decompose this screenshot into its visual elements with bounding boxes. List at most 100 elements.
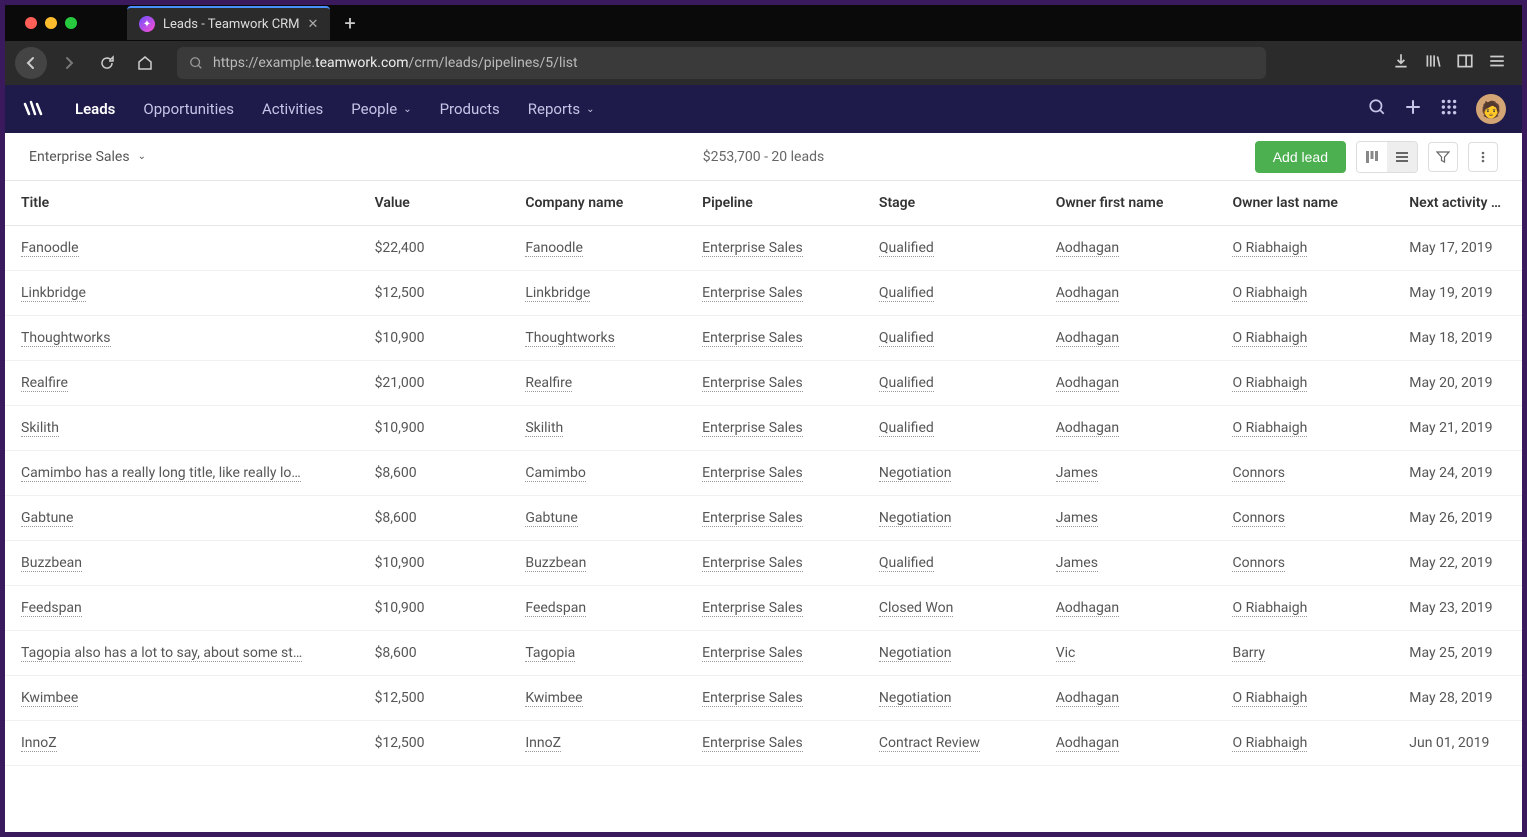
- link-pipeline[interactable]: Enterprise Sales: [702, 735, 803, 752]
- nav-item-people[interactable]: People⌄: [339, 92, 423, 126]
- app-logo-icon[interactable]: [21, 96, 47, 122]
- link-olast[interactable]: O Riabhaigh: [1232, 600, 1307, 617]
- table-row[interactable]: Tagopia also has a lot to say, about som…: [5, 631, 1522, 676]
- table-row[interactable]: Fanoodle$22,400FanoodleEnterprise SalesQ…: [5, 226, 1522, 271]
- table-row[interactable]: Camimbo has a really long title, like re…: [5, 451, 1522, 496]
- nav-forward-button[interactable]: [53, 47, 85, 79]
- column-header[interactable]: Company name: [509, 181, 686, 226]
- link-ofirst[interactable]: Aodhagan: [1056, 240, 1119, 257]
- link-pipeline[interactable]: Enterprise Sales: [702, 285, 803, 302]
- link-company[interactable]: Buzzbean: [525, 555, 586, 572]
- link-company[interactable]: Thoughtworks: [525, 330, 615, 347]
- table-wrapper[interactable]: TitleValueCompany namePipelineStageOwner…: [5, 181, 1522, 832]
- downloads-icon[interactable]: [1392, 52, 1410, 74]
- link-pipeline[interactable]: Enterprise Sales: [702, 555, 803, 572]
- link-pipeline[interactable]: Enterprise Sales: [702, 330, 803, 347]
- link-olast[interactable]: O Riabhaigh: [1232, 240, 1307, 257]
- table-row[interactable]: Skilith$10,900SkilithEnterprise SalesQua…: [5, 406, 1522, 451]
- column-header[interactable]: Title: [5, 181, 359, 226]
- link-company[interactable]: Realfire: [525, 375, 572, 392]
- link-company[interactable]: Fanoodle: [525, 240, 583, 257]
- link-title[interactable]: Fanoodle: [21, 240, 79, 257]
- table-row[interactable]: Kwimbee$12,500KwimbeeEnterprise SalesNeg…: [5, 676, 1522, 721]
- link-olast[interactable]: O Riabhaigh: [1232, 285, 1307, 302]
- link-company[interactable]: Linkbridge: [525, 285, 590, 302]
- link-olast[interactable]: O Riabhaigh: [1232, 735, 1307, 752]
- link-company[interactable]: Kwimbee: [525, 690, 582, 707]
- link-olast[interactable]: O Riabhaigh: [1232, 420, 1307, 437]
- link-olast[interactable]: Connors: [1232, 510, 1285, 527]
- link-pipeline[interactable]: Enterprise Sales: [702, 510, 803, 527]
- link-company[interactable]: Camimbo: [525, 465, 586, 482]
- link-pipeline[interactable]: Enterprise Sales: [702, 600, 803, 617]
- link-olast[interactable]: Connors: [1232, 555, 1285, 572]
- link-ofirst[interactable]: Aodhagan: [1056, 735, 1119, 752]
- header-add-icon[interactable]: [1404, 98, 1422, 121]
- table-row[interactable]: Thoughtworks$10,900ThoughtworksEnterpris…: [5, 316, 1522, 361]
- link-ofirst[interactable]: James: [1056, 510, 1098, 527]
- link-stage[interactable]: Qualified: [879, 285, 934, 302]
- menu-icon[interactable]: [1488, 52, 1506, 74]
- link-pipeline[interactable]: Enterprise Sales: [702, 690, 803, 707]
- column-header[interactable]: Stage: [863, 181, 1040, 226]
- link-ofirst[interactable]: Aodhagan: [1056, 600, 1119, 617]
- column-header[interactable]: Value: [359, 181, 510, 226]
- link-stage[interactable]: Qualified: [879, 375, 934, 392]
- link-pipeline[interactable]: Enterprise Sales: [702, 645, 803, 662]
- link-title[interactable]: Feedspan: [21, 600, 82, 617]
- board-view-button[interactable]: [1357, 142, 1387, 172]
- link-title[interactable]: Tagopia also has a lot to say, about som…: [21, 645, 302, 662]
- nav-item-activities[interactable]: Activities: [250, 92, 335, 126]
- link-stage[interactable]: Closed Won: [879, 600, 953, 617]
- column-header[interactable]: Owner first name: [1040, 181, 1217, 226]
- link-company[interactable]: InnoZ: [525, 735, 561, 752]
- link-title[interactable]: Realfire: [21, 375, 68, 392]
- tab-close-icon[interactable]: ✕: [308, 17, 319, 32]
- link-stage[interactable]: Negotiation: [879, 645, 952, 662]
- link-olast[interactable]: Connors: [1232, 465, 1285, 482]
- nav-back-button[interactable]: [15, 47, 47, 79]
- link-company[interactable]: Feedspan: [525, 600, 586, 617]
- link-stage[interactable]: Qualified: [879, 420, 934, 437]
- link-ofirst[interactable]: Aodhagan: [1056, 375, 1119, 392]
- table-row[interactable]: InnoZ$12,500InnoZEnterprise SalesContrac…: [5, 721, 1522, 766]
- window-maximize-icon[interactable]: [65, 17, 77, 29]
- nav-home-button[interactable]: [129, 47, 161, 79]
- link-ofirst[interactable]: James: [1056, 555, 1098, 572]
- link-title[interactable]: Thoughtworks: [21, 330, 111, 347]
- nav-item-products[interactable]: Products: [428, 92, 512, 126]
- link-ofirst[interactable]: Aodhagan: [1056, 285, 1119, 302]
- table-row[interactable]: Feedspan$10,900FeedspanEnterprise SalesC…: [5, 586, 1522, 631]
- nav-reload-button[interactable]: [91, 47, 123, 79]
- link-pipeline[interactable]: Enterprise Sales: [702, 240, 803, 257]
- filter-button[interactable]: [1428, 142, 1458, 172]
- column-header[interactable]: Pipeline: [686, 181, 863, 226]
- header-apps-icon[interactable]: [1440, 98, 1458, 121]
- more-options-button[interactable]: [1468, 142, 1498, 172]
- link-olast[interactable]: O Riabhaigh: [1232, 330, 1307, 347]
- link-pipeline[interactable]: Enterprise Sales: [702, 420, 803, 437]
- table-row[interactable]: Gabtune$8,600GabtuneEnterprise SalesNego…: [5, 496, 1522, 541]
- list-view-button[interactable]: [1387, 142, 1417, 172]
- nav-item-opportunities[interactable]: Opportunities: [131, 92, 246, 126]
- link-stage[interactable]: Contract Review: [879, 735, 980, 752]
- link-title[interactable]: InnoZ: [21, 735, 57, 752]
- table-row[interactable]: Linkbridge$12,500LinkbridgeEnterprise Sa…: [5, 271, 1522, 316]
- link-title[interactable]: Kwimbee: [21, 690, 78, 707]
- column-header[interactable]: Next activity …: [1393, 181, 1522, 226]
- header-search-icon[interactable]: [1368, 98, 1386, 121]
- sidebar-icon[interactable]: [1456, 52, 1474, 74]
- nav-item-reports[interactable]: Reports⌄: [516, 92, 607, 126]
- table-row[interactable]: Buzzbean$10,900BuzzbeanEnterprise SalesQ…: [5, 541, 1522, 586]
- link-ofirst[interactable]: Vic: [1056, 645, 1076, 662]
- column-header[interactable]: Owner last name: [1216, 181, 1393, 226]
- library-icon[interactable]: [1424, 52, 1442, 74]
- nav-item-leads[interactable]: Leads: [63, 92, 127, 126]
- link-pipeline[interactable]: Enterprise Sales: [702, 465, 803, 482]
- link-stage[interactable]: Negotiation: [879, 690, 952, 707]
- window-close-icon[interactable]: [25, 17, 37, 29]
- link-stage[interactable]: Qualified: [879, 555, 934, 572]
- link-title[interactable]: Buzzbean: [21, 555, 82, 572]
- link-stage[interactable]: Negotiation: [879, 510, 952, 527]
- link-ofirst[interactable]: Aodhagan: [1056, 330, 1119, 347]
